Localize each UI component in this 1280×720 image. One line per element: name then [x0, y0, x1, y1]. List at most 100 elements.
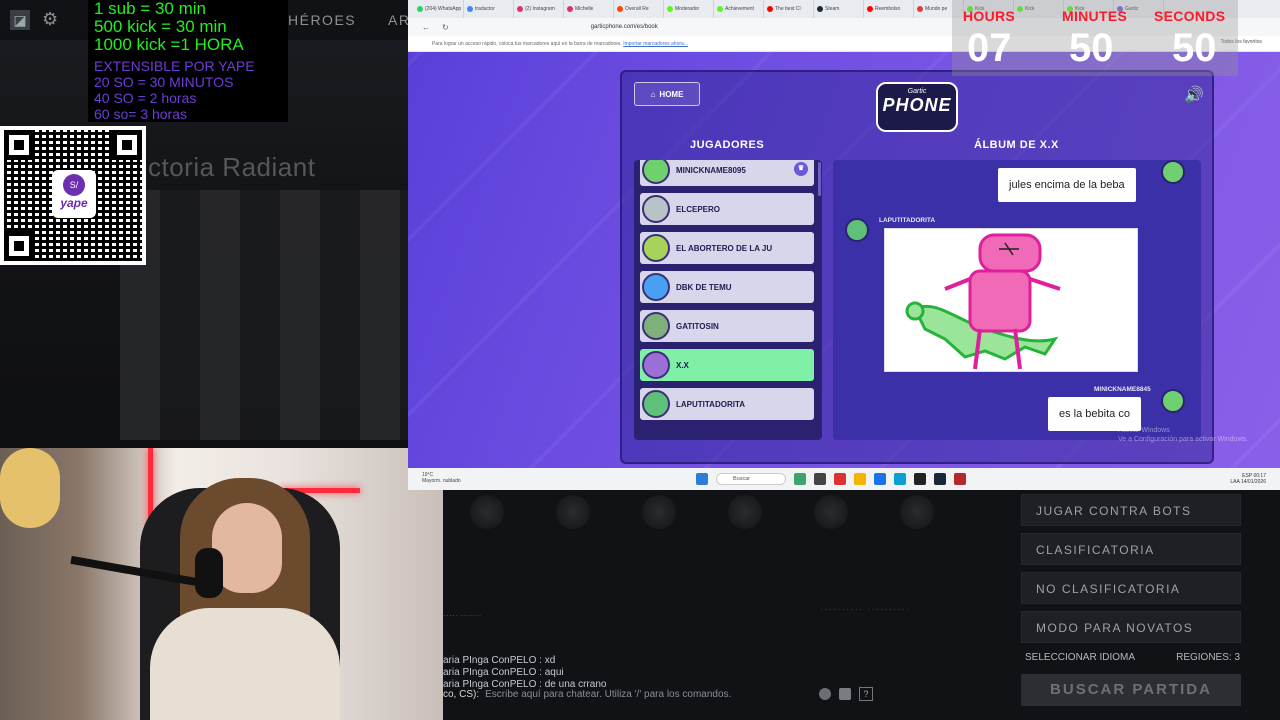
obs-icon[interactable]: [914, 473, 926, 485]
tab-label: Achievement: [725, 6, 754, 12]
tab-label: (204) WhatsApp: [425, 6, 462, 12]
taskbar-search[interactable]: Buscar: [716, 473, 786, 485]
player-row[interactable]: LAPUTITADORITA: [640, 388, 814, 420]
browser-tab[interactable]: Overall Re: [614, 0, 664, 18]
reload-icon[interactable]: ↻: [442, 23, 449, 32]
home-label: HOME: [659, 89, 684, 99]
browser-tab[interactable]: Steam: [814, 0, 864, 18]
tab-label: Steam: [825, 6, 840, 12]
yape-logo: S/ yape: [52, 170, 96, 218]
browser-tab[interactable]: The best Cl: [764, 0, 814, 18]
language-region-row: SELECCIONAR IDIOMA REGIONES: 3: [1025, 652, 1240, 663]
dota-logo-icon[interactable]: ◪: [10, 10, 30, 30]
browser-tab[interactable]: (2) Instagram: [514, 0, 564, 18]
player-avatar-icon: [642, 273, 670, 301]
tab-label: (2) Instagram: [525, 6, 555, 12]
home-button[interactable]: ⌂ HOME: [634, 82, 700, 106]
player-row[interactable]: DBK DE TEMU: [640, 271, 814, 303]
dota-icon[interactable]: [954, 473, 966, 485]
hero-lineup: [120, 190, 408, 440]
hero-slot-icon[interactable]: [470, 495, 504, 529]
yape-badge: S/: [63, 174, 85, 196]
windows-taskbar: 19°C Mayorm. nublado Buscar ESP 00:17 LA…: [408, 468, 1280, 490]
tab-favicon-icon: [667, 6, 673, 12]
yape-qr-code: S/ yape: [0, 126, 146, 265]
brave-icon[interactable]: [834, 473, 846, 485]
overlay-line: 1000 kick =1 HORA: [94, 35, 244, 54]
tab-favicon-icon: [617, 6, 623, 12]
player-row[interactable]: ELCEPERO: [640, 193, 814, 225]
browser-tab[interactable]: traductor: [464, 0, 514, 18]
tab-favicon-icon: [917, 6, 923, 12]
chat-input-bar[interactable]: co, CS): Escribe aquí para chatear. Util…: [443, 686, 873, 702]
player-row[interactable]: EL ABORTERO DE LA JU: [640, 232, 814, 264]
menu-unranked[interactable]: NO CLASIFICATORIA: [1021, 572, 1241, 604]
back-icon[interactable]: ←: [422, 23, 430, 32]
player-row[interactable]: GATITOSIN: [640, 310, 814, 342]
players-list: MINICKNAME8095 ♛ ELCEPERO EL ABORTERO DE LA…: [634, 160, 822, 440]
browser-tab[interactable]: Michelle: [564, 0, 614, 18]
logo-big-text: PHONE: [882, 95, 952, 115]
regions-label[interactable]: REGIONES: 3: [1176, 652, 1240, 663]
players-scrollbar[interactable]: [818, 162, 821, 196]
edge-icon[interactable]: [874, 473, 886, 485]
import-bookmarks-link[interactable]: Importar marcadores ahora...: [623, 41, 688, 47]
host-crown-icon: ♛: [794, 162, 808, 176]
browser-tab[interactable]: (204) WhatsApp: [414, 0, 464, 18]
player-avatar-icon: [845, 218, 869, 242]
url-field[interactable]: garticphone.com/es/book: [591, 24, 658, 30]
chat-input-placeholder[interactable]: Escribe aquí para chatear. Utiliza '/' p…: [485, 689, 811, 700]
menu-newbie[interactable]: MODO PARA NOVATOS: [1021, 611, 1241, 643]
player-name: LAPUTITADORITA: [676, 399, 746, 409]
player-avatar-icon: [642, 312, 670, 340]
speaker-icon[interactable]: 🔊: [1184, 85, 1204, 105]
taskview-icon[interactable]: [814, 473, 826, 485]
weather-widget[interactable]: 19°C Mayorm. nublado: [422, 472, 461, 484]
help-icon[interactable]: ?: [859, 687, 873, 701]
album-title: ÁLBUM DE X.X: [974, 139, 1059, 151]
find-match-button[interactable]: BUSCAR PARTIDA: [1021, 674, 1241, 706]
tab-label: Michelle: [575, 6, 594, 12]
hero-slot-icon[interactable]: [728, 495, 762, 529]
player-row[interactable]: MINICKNAME8095 ♛: [640, 160, 814, 186]
select-language-link[interactable]: SELECCIONAR IDIOMA: [1025, 652, 1135, 663]
system-tray[interactable]: ESP 00:17 LAA 14/01/2026: [1230, 473, 1266, 485]
expand-icon[interactable]: [839, 688, 851, 700]
tab-favicon-icon: [417, 6, 423, 12]
hero-slot-icon[interactable]: [642, 495, 676, 529]
hero-slot-icon[interactable]: [814, 495, 848, 529]
player-avatar-icon: [642, 351, 670, 379]
overlay-line: 60 so= 3 horas: [94, 106, 188, 122]
faded-button: ·········· ··········: [820, 604, 911, 615]
hero-slot-icon[interactable]: [900, 495, 934, 529]
store-icon[interactable]: [894, 473, 906, 485]
start-icon[interactable]: [696, 473, 708, 485]
logo-small-text: Gartic: [907, 88, 927, 95]
player-avatar-icon: [1161, 160, 1185, 184]
gear-icon[interactable]: ⚙: [42, 9, 58, 30]
hero-slot-icon[interactable]: [556, 495, 590, 529]
activate-windows-notice: Activar Windows Ve a Configuración para …: [1118, 427, 1248, 443]
emoji-icon[interactable]: [819, 688, 831, 700]
nav-heroes[interactable]: HÉROES: [288, 12, 356, 28]
tab-label: Overall Re: [625, 6, 649, 12]
qr-finder: [4, 231, 34, 261]
browser-tab[interactable]: Achievement: [714, 0, 764, 18]
gartic-phone-page: ⌂ HOME Gartic PHONE 🔊 JUGADORES ÁLBUM DE…: [408, 52, 1280, 468]
browser-tab[interactable]: Moderador: [664, 0, 714, 18]
chrome-icon[interactable]: [854, 473, 866, 485]
player-name: ELCEPERO: [676, 204, 721, 214]
seconds-label: SECONDS: [1154, 8, 1226, 24]
menu-bots[interactable]: JUGAR CONTRA BOTS: [1021, 494, 1241, 526]
hours-label: HOURS: [963, 8, 1016, 24]
home-icon: ⌂: [650, 89, 656, 99]
player-avatar-icon: [642, 160, 670, 184]
steam-icon[interactable]: [934, 473, 946, 485]
browser-tab[interactable]: Reembolso: [864, 0, 914, 18]
menu-ranked[interactable]: CLASIFICATORIA: [1021, 533, 1241, 565]
player-avatar-icon: [1161, 389, 1185, 413]
taskbar-icons: Buscar: [696, 473, 966, 485]
album-drawing: [884, 228, 1138, 372]
player-row[interactable]: X.X: [640, 349, 814, 381]
overlay-line: 1 sub = 30 min: [94, 0, 206, 18]
